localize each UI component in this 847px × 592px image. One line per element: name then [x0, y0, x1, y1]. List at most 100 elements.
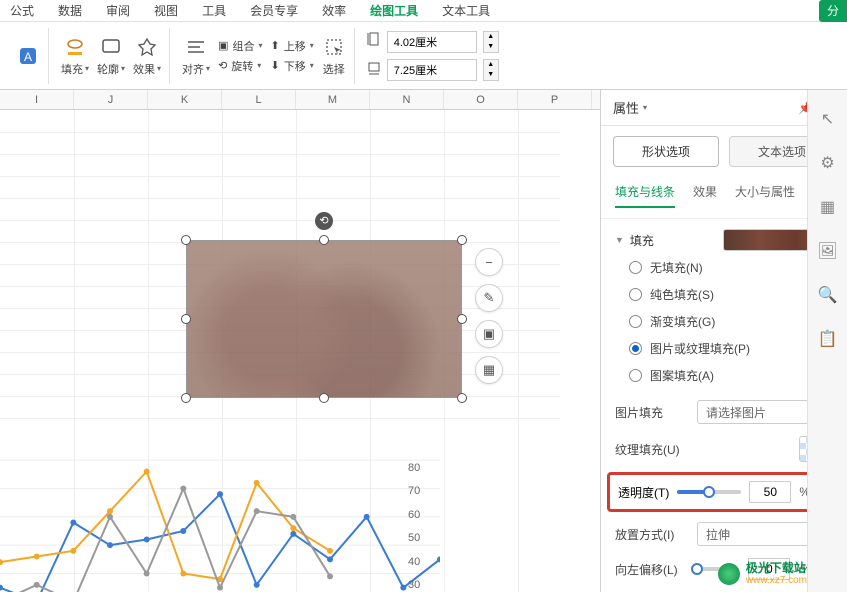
col-header[interactable]: I: [0, 90, 74, 109]
settings-icon[interactable]: ⚙: [817, 152, 839, 174]
col-header[interactable]: O: [444, 90, 518, 109]
inspect-icon[interactable]: 🔍: [817, 284, 839, 306]
menu-review[interactable]: 审阅: [106, 2, 130, 19]
outline-button[interactable]: 轮廓▾: [97, 35, 125, 77]
template-icon[interactable]: ▦: [817, 196, 839, 218]
select-button[interactable]: 选择: [322, 35, 346, 77]
align-icon: [184, 35, 208, 59]
opacity-row: 透明度(T) % ▲▼: [607, 472, 841, 512]
resize-handle[interactable]: [457, 235, 467, 245]
chart-y-labels: 80 70 60 50 40 30: [408, 462, 420, 591]
zoom-out-button[interactable]: −: [475, 248, 503, 276]
col-header[interactable]: J: [74, 90, 148, 109]
right-icon-rail: ↖ ⚙ ▦ 🖼 🔍 📋: [807, 90, 847, 592]
clipboard-icon[interactable]: 📋: [817, 328, 839, 350]
cursor-icon[interactable]: ↖: [817, 108, 839, 130]
table-button[interactable]: ▦: [475, 356, 503, 384]
radio-pattern-fill[interactable]: 图案填充(A): [629, 367, 833, 384]
height-spinner[interactable]: ▲▼: [483, 31, 499, 53]
image-icon[interactable]: 🖼: [817, 240, 839, 262]
move-down-icon: ⬇: [270, 59, 279, 72]
menu-formula[interactable]: 公式: [10, 2, 34, 19]
text-style-icon: A: [16, 44, 40, 68]
col-header[interactable]: K: [148, 90, 222, 109]
menu-view[interactable]: 视图: [154, 2, 178, 19]
group-button[interactable]: ▣组合▾: [218, 38, 262, 54]
resize-handle[interactable]: [319, 235, 329, 245]
selected-picture-shape[interactable]: ⟲: [186, 240, 462, 398]
radio-icon: [629, 369, 642, 382]
menu-efficiency[interactable]: 效率: [322, 2, 346, 19]
outline-icon: [99, 35, 123, 59]
move-up-icon: ⬆: [270, 39, 279, 52]
picture-fill-label: 图片填充: [615, 404, 687, 421]
tab-shape-options[interactable]: 形状选项: [613, 136, 719, 167]
col-header[interactable]: L: [222, 90, 296, 109]
properties-title: 属性▾: [613, 98, 647, 117]
subtab-size-props[interactable]: 大小与属性: [735, 183, 795, 208]
radio-solid-fill[interactable]: 纯色填充(S): [629, 286, 833, 303]
select-icon: [322, 35, 346, 59]
radio-icon: [629, 261, 642, 274]
effects-icon: [135, 35, 159, 59]
col-header[interactable]: P: [518, 90, 592, 109]
outline-label: 轮廓: [97, 61, 119, 77]
text-style-button[interactable]: A: [16, 44, 40, 68]
width-spinner[interactable]: ▲▼: [483, 59, 499, 81]
align-button[interactable]: 对齐▾: [182, 35, 210, 77]
spreadsheet-area[interactable]: I J K L M N O P ⟲: [0, 90, 600, 592]
menu-drawing-tools[interactable]: 绘图工具: [370, 2, 418, 19]
group-icon: ▣: [218, 39, 228, 52]
fill-label: 填充: [61, 61, 83, 77]
layers-button[interactable]: ▣: [475, 320, 503, 348]
resize-handle[interactable]: [181, 393, 191, 403]
rotate-button[interactable]: ⟲旋转▾: [218, 58, 262, 74]
move-up-button[interactable]: ⬆上移▾: [270, 38, 313, 54]
brush-button[interactable]: ✎: [475, 284, 503, 312]
collapse-icon[interactable]: ▼: [615, 235, 624, 245]
menu-member[interactable]: 会员专享: [250, 2, 298, 19]
share-button[interactable]: 分: [819, 0, 847, 22]
fill-button[interactable]: 填充▾: [61, 35, 89, 77]
fill-icon: [63, 35, 87, 59]
menu-bar: 公式 数据 审阅 视图 工具 会员专享 效率 绘图工具 文本工具: [0, 0, 847, 22]
chevron-down-icon: ▾: [310, 61, 314, 70]
watermark-url: www.xz7.com: [746, 575, 807, 586]
svg-text:A: A: [24, 50, 32, 64]
resize-handle[interactable]: [181, 235, 191, 245]
resize-handle[interactable]: [181, 314, 191, 324]
slider-thumb[interactable]: [691, 563, 703, 575]
resize-handle[interactable]: [457, 393, 467, 403]
watermark: 极光下载站 www.xz7.com: [718, 562, 807, 586]
floating-shape-tools: − ✎ ▣ ▦: [475, 248, 503, 384]
height-icon: [367, 31, 381, 52]
chevron-down-icon: ▾: [310, 41, 314, 50]
resize-handle[interactable]: [319, 393, 329, 403]
rotate-handle[interactable]: ⟲: [315, 212, 333, 230]
chevron-down-icon: ▾: [121, 64, 125, 73]
chevron-down-icon: ▾: [157, 64, 161, 73]
opacity-slider[interactable]: [677, 490, 741, 494]
chevron-down-icon[interactable]: ▾: [643, 103, 647, 112]
col-header[interactable]: M: [296, 90, 370, 109]
menu-data[interactable]: 数据: [58, 2, 82, 19]
radio-no-fill[interactable]: 无填充(N): [629, 259, 833, 276]
width-input[interactable]: [387, 59, 477, 81]
menu-tools[interactable]: 工具: [202, 2, 226, 19]
slider-thumb[interactable]: [703, 486, 715, 498]
line-chart[interactable]: [0, 446, 440, 592]
menu-text-tools[interactable]: 文本工具: [442, 2, 490, 19]
subtab-fill-line[interactable]: 填充与线条: [615, 183, 675, 208]
fill-section-label: 填充: [630, 232, 654, 249]
watermark-name: 极光下载站: [746, 562, 807, 575]
col-header[interactable]: N: [370, 90, 444, 109]
opacity-input[interactable]: [749, 481, 791, 503]
resize-handle[interactable]: [457, 314, 467, 324]
height-input[interactable]: [387, 31, 477, 53]
effects-button[interactable]: 效果▾: [133, 35, 161, 77]
radio-gradient-fill[interactable]: 渐变填充(G): [629, 313, 833, 330]
effects-label: 效果: [133, 61, 155, 77]
subtab-effects[interactable]: 效果: [693, 183, 717, 208]
radio-picture-fill[interactable]: 图片或纹理填充(P): [629, 340, 833, 357]
move-down-button[interactable]: ⬇下移▾: [270, 58, 313, 74]
